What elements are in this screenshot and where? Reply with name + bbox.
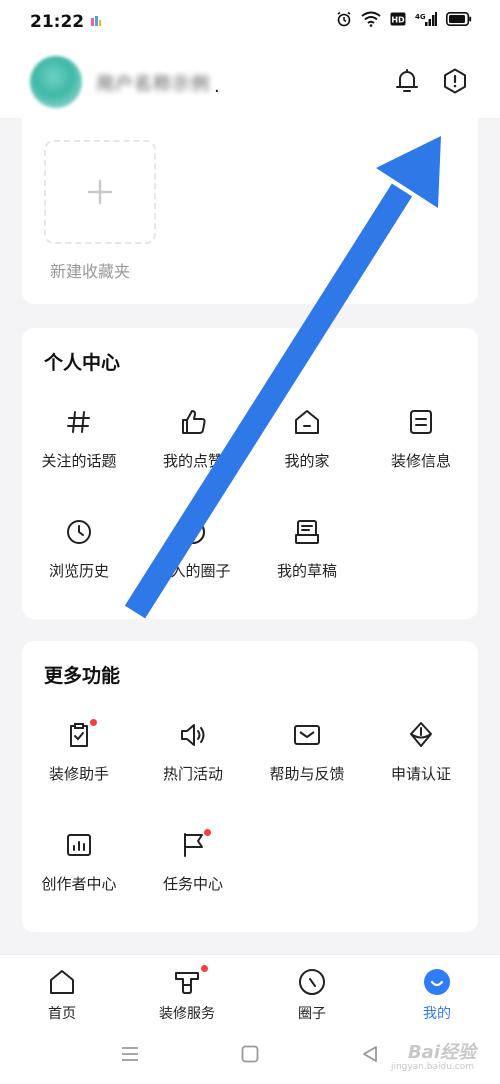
app-notification-icon	[91, 16, 101, 26]
new-folder-button[interactable]	[44, 140, 156, 244]
hexagon-info-icon	[444, 68, 466, 94]
menu-renovation-info[interactable]: 装修信息	[364, 404, 478, 471]
nav-label: 装修服务	[159, 1006, 215, 1022]
signal-icon: 4G	[415, 12, 437, 26]
nav-home[interactable]: 首页	[12, 965, 112, 1023]
nav-label: 首页	[48, 1006, 76, 1022]
menu-browse-history[interactable]: 浏览历史	[22, 514, 136, 581]
svg-text:4G: 4G	[415, 13, 426, 21]
menu-label: 任务中心	[162, 875, 223, 893]
hash-icon	[67, 411, 90, 433]
username[interactable]: 用户名称示例	[96, 70, 210, 96]
more-features-card: 更多功能 装修助手 热门活动 帮助与反馈 申请认证 创作者中心 任务中心	[22, 641, 478, 932]
menu-label: 装修助手	[48, 765, 109, 783]
watermark-url: jingyan.baidu.com	[390, 1062, 474, 1072]
nav-label: 圈子	[298, 1006, 326, 1022]
menu-task-center[interactable]: 任务中心	[136, 827, 250, 894]
menu-creator-center[interactable]: 创作者中心	[22, 827, 136, 894]
status-time: 21:22	[30, 12, 85, 32]
new-folder-label: 新建收藏夹	[50, 262, 131, 281]
menu-hot-events[interactable]: 热门活动	[136, 717, 250, 784]
mail-icon	[294, 725, 320, 745]
flag-icon	[184, 833, 203, 857]
menu-lines-icon[interactable]	[120, 1044, 140, 1064]
menu-label: 加入的圈子	[155, 562, 231, 580]
clock-icon	[67, 520, 91, 544]
menu-label: 浏览历史	[48, 562, 109, 580]
menu-my-likes[interactable]: 我的点赞	[136, 404, 250, 471]
nav-renovation-service[interactable]: 装修服务	[137, 965, 237, 1023]
badge-icon	[410, 722, 432, 747]
document-icon	[410, 410, 432, 434]
notification-badge	[201, 965, 208, 972]
username-suffix: .	[214, 76, 220, 97]
home-icon	[295, 410, 319, 434]
draft-icon	[295, 520, 319, 544]
service-icon	[175, 972, 199, 994]
menu-my-drafts[interactable]: 我的草稿	[250, 514, 364, 581]
thumbs-up-icon	[182, 410, 206, 434]
menu-renovation-assistant[interactable]: 装修助手	[22, 717, 136, 784]
menu-label: 热门活动	[162, 765, 223, 783]
nav-mine[interactable]: 我的	[387, 965, 487, 1023]
status-icons: HD 4G	[336, 11, 472, 27]
notification-badge	[204, 829, 211, 836]
nav-circles[interactable]: 圈子	[262, 965, 362, 1023]
nav-label: 我的	[423, 1006, 451, 1022]
menu-label: 我的草稿	[276, 562, 337, 580]
menu-label: 帮助与反馈	[269, 765, 345, 783]
home-square-icon[interactable]	[240, 1044, 260, 1064]
battery-icon	[446, 12, 472, 26]
menu-label: 创作者中心	[41, 875, 117, 893]
menu-help-feedback[interactable]: 帮助与反馈	[250, 717, 364, 784]
speaker-icon	[181, 724, 205, 746]
info-button[interactable]	[440, 66, 470, 96]
favorites-card: 新建收藏夹	[22, 118, 478, 304]
menu-my-home[interactable]: 我的家	[250, 404, 364, 471]
alarm-icon	[337, 11, 351, 27]
clipboard-check-icon	[70, 723, 88, 747]
menu-label: 装修信息	[390, 452, 451, 470]
back-triangle-icon[interactable]	[360, 1044, 380, 1064]
menu-label: 我的点赞	[162, 452, 223, 470]
profile-header: 用户名称示例 .	[0, 44, 500, 118]
menu-followed-topics[interactable]: 关注的话题	[22, 404, 136, 471]
bell-icon	[396, 69, 418, 92]
stats-icon	[67, 834, 91, 856]
menu-label: 我的家	[284, 452, 330, 470]
smile-icon	[424, 969, 450, 995]
menu-apply-certification[interactable]: 申请认证	[364, 717, 478, 784]
circle-group-icon	[181, 520, 205, 544]
watermark-logo: Bai经验	[407, 1042, 476, 1063]
personal-center-card: 个人中心 关注的话题 我的点赞 我的家 装修信息 浏览历史 加入的圈子 我的草稿	[22, 328, 478, 619]
more-features-title: 更多功能	[44, 665, 121, 687]
hd-icon: HD	[390, 12, 406, 26]
notification-badge	[90, 719, 97, 726]
status-bar: 21:22 HD 4G	[0, 0, 500, 44]
personal-center-title: 个人中心	[44, 352, 121, 374]
menu-joined-circles[interactable]: 加入的圈子	[136, 514, 250, 581]
circle-icon	[299, 969, 325, 995]
plus-icon	[87, 179, 113, 205]
home-icon	[50, 970, 74, 994]
menu-label: 申请认证	[390, 765, 451, 783]
svg-text:HD: HD	[391, 16, 405, 25]
menu-label: 关注的话题	[41, 452, 117, 470]
avatar[interactable]	[30, 56, 82, 108]
notification-button[interactable]	[392, 66, 422, 96]
wifi-icon	[361, 11, 381, 27]
bottom-nav: 首页 装修服务 圈子 我的	[0, 954, 500, 1030]
